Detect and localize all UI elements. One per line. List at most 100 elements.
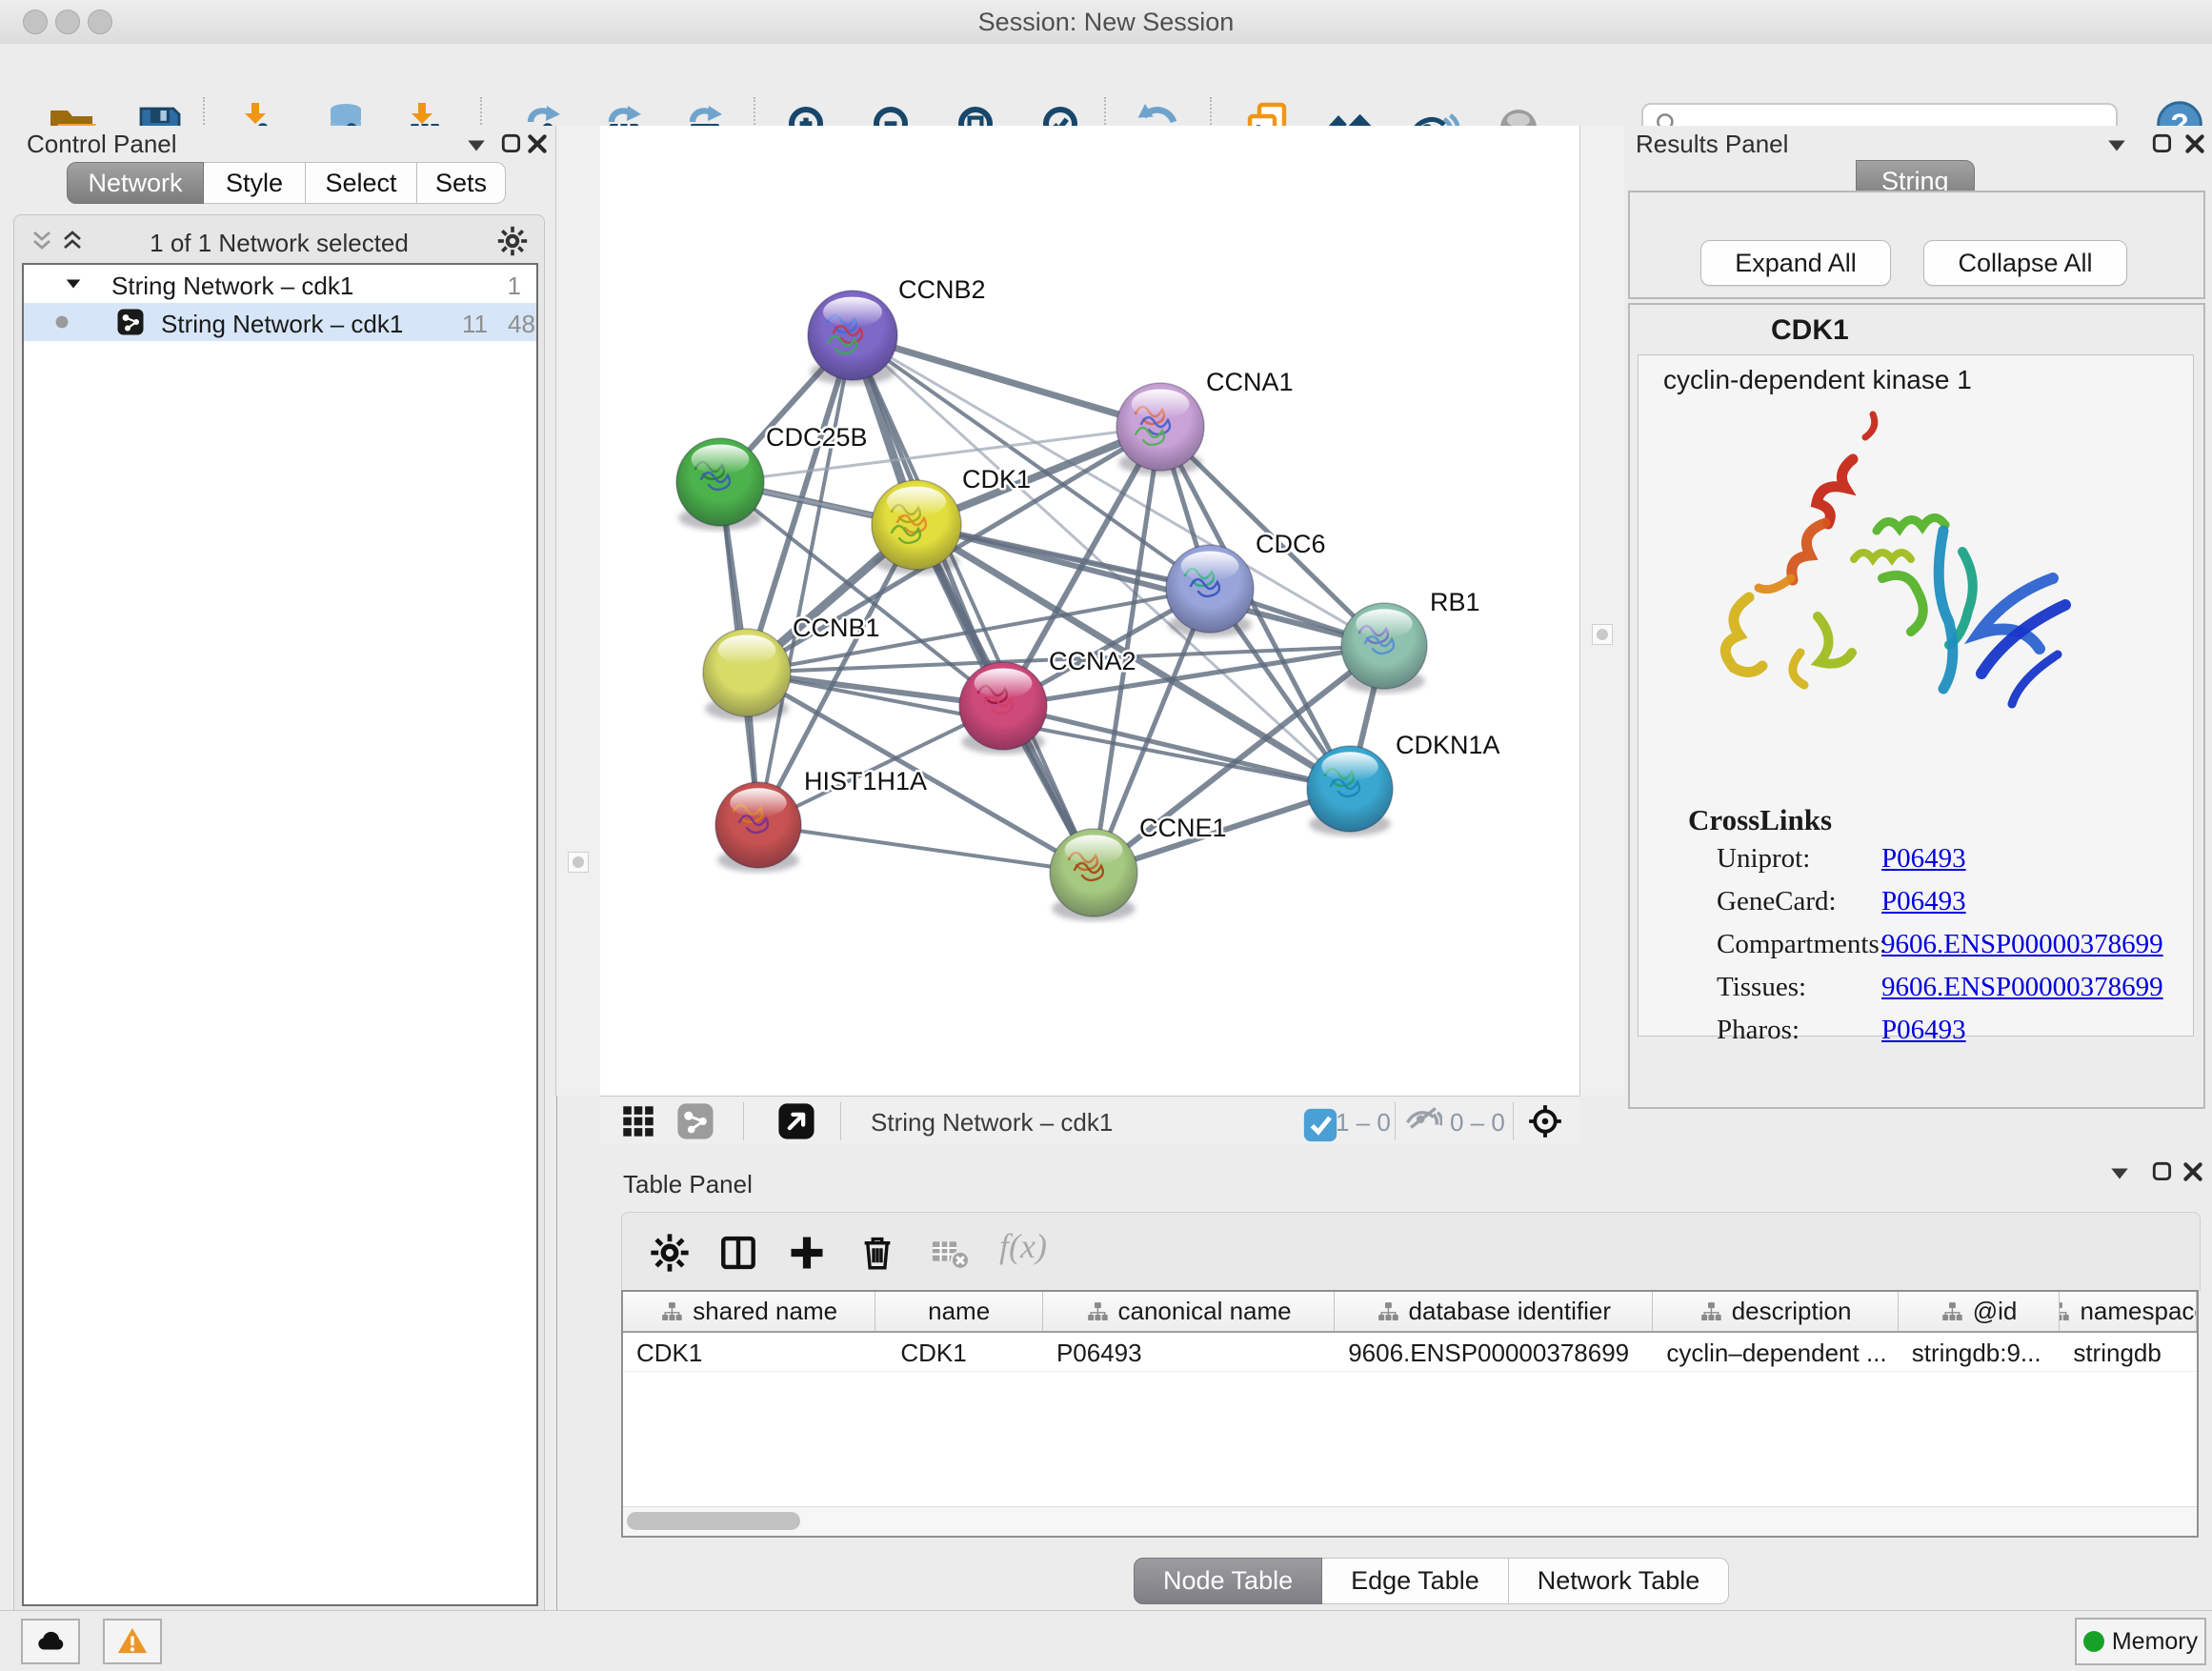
- tab-network[interactable]: Network: [67, 162, 204, 204]
- window-title: Session: New Session: [0, 8, 2212, 37]
- tab-sets[interactable]: Sets: [417, 162, 506, 204]
- tree-expand-icon[interactable]: [64, 274, 83, 293]
- network-node-HIST1H1A[interactable]: HIST1H1A: [715, 767, 927, 873]
- table-panel-menu-icon[interactable]: [2108, 1162, 2131, 1185]
- table-panel-title: Table Panel: [623, 1170, 753, 1199]
- birdseye-view-icon[interactable]: [777, 1102, 815, 1140]
- crosslink-label: Uniprot:: [1717, 843, 1810, 875]
- network-view-statusbar: String Network – cdk1 1 – 0 0 – 0: [600, 1096, 1579, 1146]
- node-label-CCNA1: CCNA1: [1206, 368, 1294, 396]
- table-panel-float-icon[interactable]: [2151, 1160, 2174, 1183]
- table-options-gear-icon[interactable]: [649, 1232, 691, 1274]
- crosslink-label: Pharos:: [1717, 1015, 1800, 1046]
- application-window: Session: New Session ? Control Panel Net…: [0, 0, 2212, 1671]
- column-header-shared-name[interactable]: shared name: [623, 1292, 875, 1331]
- results-panel-float-icon[interactable]: [2151, 132, 2174, 155]
- tab-style[interactable]: Style: [204, 162, 306, 204]
- network-list: String Network – cdk1 1 String Network –…: [22, 263, 538, 1606]
- node-label-HIST1H1A: HIST1H1A: [804, 767, 927, 795]
- warning-icon: [116, 1625, 149, 1658]
- memory-label: Memory: [2112, 1628, 2198, 1656]
- network-collection-count: 1: [508, 272, 521, 301]
- table-cell: stringdb:9...: [1899, 1333, 2061, 1371]
- current-network-title: String Network – cdk1: [871, 1108, 1113, 1137]
- table-cell: cyclin–dependent ...: [1653, 1333, 1898, 1371]
- network-edge-count: 48: [508, 310, 535, 339]
- function-builder-icon-disabled: f(x): [999, 1226, 1047, 1266]
- network-node-RB1[interactable]: RB1: [1341, 588, 1480, 694]
- network-label: String Network – cdk1: [161, 310, 403, 339]
- selected-nodes-checkbox[interactable]: [1301, 1106, 1339, 1144]
- network-node-CCNA1[interactable]: CCNA1: [1116, 368, 1294, 475]
- network-canvas[interactable]: CCNB2 CCNA1 CDC25B CDK1: [600, 126, 1579, 1096]
- crosslinks-title: CrossLinks: [1688, 803, 1832, 837]
- show-columns-icon[interactable]: [717, 1232, 759, 1274]
- crosslink-link[interactable]: P06493: [1881, 843, 1966, 875]
- scrollbar-thumb[interactable]: [627, 1512, 800, 1530]
- collapse-all-button[interactable]: Collapse All: [1923, 240, 2127, 286]
- control-panel-menu-icon[interactable]: [465, 134, 488, 157]
- crosslink-link[interactable]: 9606.ENSP00000378699: [1881, 972, 2163, 1003]
- results-panel-title: Results Panel: [1636, 130, 1788, 159]
- column-header-name[interactable]: name: [875, 1292, 1043, 1331]
- table-cell: 9606.ENSP00000378699: [1335, 1333, 1653, 1371]
- right-splitter-handle[interactable]: [1592, 624, 1613, 645]
- crosslink-link[interactable]: P06493: [1881, 886, 1966, 917]
- table-panel-close-icon[interactable]: [2182, 1160, 2204, 1183]
- tab-node-table[interactable]: Node Table: [1134, 1558, 1322, 1604]
- shared-column-icon: [1699, 1300, 1722, 1323]
- add-column-icon[interactable]: [786, 1232, 828, 1274]
- network-overview-icon[interactable]: [676, 1102, 714, 1140]
- table-panel: Table Panel f(x) shared namenamecanonica…: [600, 1145, 2212, 1610]
- results-panel-menu-icon[interactable]: [2105, 134, 2128, 157]
- tab-network-table[interactable]: Network Table: [1509, 1558, 1730, 1604]
- cloud-status-button[interactable]: [21, 1619, 80, 1664]
- network-list-item[interactable]: String Network – cdk1 1: [24, 265, 536, 303]
- column-header-description[interactable]: description: [1653, 1292, 1898, 1331]
- shared-column-icon: [1941, 1300, 1963, 1323]
- crosslink-label: Compartments:: [1717, 929, 1887, 960]
- table-toolbar: f(x): [621, 1212, 2201, 1291]
- memory-button[interactable]: Memory: [2075, 1618, 2206, 1665]
- crosslink-label: GeneCard:: [1717, 886, 1837, 917]
- control-panel-float-icon[interactable]: [500, 132, 523, 155]
- control-panel-title: Control Panel: [27, 130, 177, 159]
- node-label-CCNE1: CCNE1: [1139, 814, 1227, 842]
- shared-column-icon: [1086, 1300, 1109, 1323]
- left-splitter-handle[interactable]: [568, 852, 589, 873]
- expand-all-button[interactable]: Expand All: [1700, 240, 1891, 286]
- column-header--id[interactable]: @id: [1899, 1292, 2061, 1331]
- column-header-database-identifier[interactable]: database identifier: [1335, 1292, 1653, 1331]
- gene-section: CDK1 cyclin-dependent kinase 1 CrossLink…: [1628, 303, 2205, 1109]
- hidden-node-edge-counts: 0 – 0: [1450, 1108, 1505, 1137]
- gene-symbol: CDK1: [1771, 314, 1849, 347]
- network-panel-options-gear-icon[interactable]: [496, 225, 529, 257]
- network-node-count: 11: [462, 310, 488, 339]
- control-panel-close-icon[interactable]: [526, 132, 549, 155]
- tab-select[interactable]: Select: [306, 162, 417, 204]
- node-label-CDK1: CDK1: [962, 465, 1031, 493]
- warnings-button[interactable]: [103, 1619, 162, 1664]
- table-horizontal-scrollbar[interactable]: [623, 1506, 2197, 1536]
- shared-column-icon: [1377, 1300, 1399, 1323]
- network-node-CDKN1A[interactable]: CDKN1A: [1307, 731, 1500, 836]
- node-label-CCNA2: CCNA2: [1049, 647, 1136, 675]
- table-row[interactable]: CDK1CDK1P064939606.ENSP00000378699cyclin…: [623, 1333, 2197, 1372]
- tab-edge-table[interactable]: Edge Table: [1322, 1558, 1509, 1604]
- crosslink-link[interactable]: 9606.ENSP00000378699: [1881, 929, 2163, 960]
- delete-column-icon[interactable]: [856, 1232, 898, 1274]
- right-splitter[interactable]: [1579, 126, 1625, 1096]
- gene-description: cyclin-dependent kinase 1: [1663, 365, 1972, 395]
- grid-view-icon[interactable]: [619, 1102, 657, 1140]
- column-header-namespace[interactable]: namespace: [2060, 1292, 2197, 1331]
- crosslink-link[interactable]: P06493: [1881, 1015, 1966, 1046]
- left-splitter[interactable]: [555, 126, 601, 1096]
- hidden-elements-icon[interactable]: [1404, 1102, 1442, 1140]
- column-header-canonical-name[interactable]: canonical name: [1043, 1292, 1335, 1331]
- fit-selected-crosshair-icon[interactable]: [1526, 1102, 1564, 1140]
- results-panel-close-icon[interactable]: [2183, 132, 2206, 155]
- network-list-item[interactable]: String Network – cdk1 11 48: [24, 303, 536, 341]
- cloud-icon: [34, 1625, 67, 1658]
- bottom-statusbar: Memory: [0, 1610, 2212, 1671]
- network-tree-panel: 1 of 1 Network selected String Network –…: [13, 214, 545, 1617]
